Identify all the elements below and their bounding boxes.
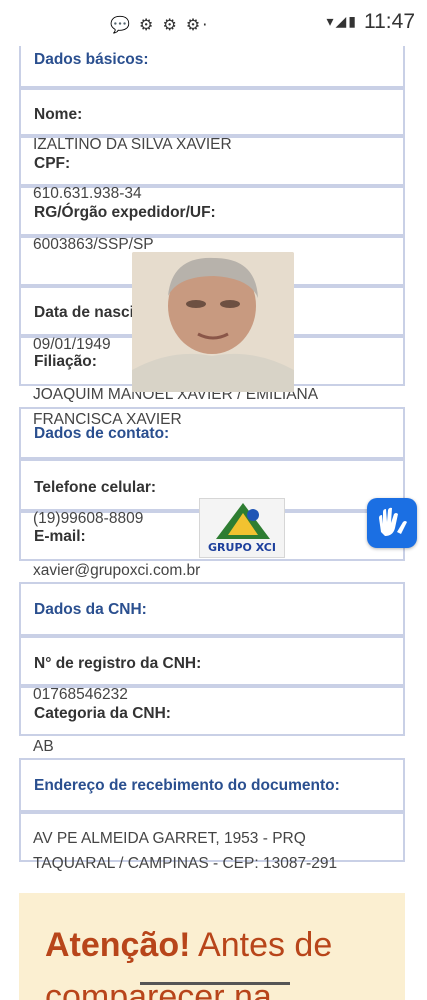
register-label: N° de registro da CNH: xyxy=(34,655,202,672)
sign-language-button[interactable] xyxy=(367,498,417,548)
parents-label: Filiação: xyxy=(34,353,97,370)
phone-label: Telefone celular: xyxy=(34,479,157,496)
profile-photo xyxy=(132,252,294,392)
warning-text: Atenção! Antes de comparecer na xyxy=(45,919,405,1000)
home-indicator xyxy=(140,982,290,985)
logo-text: GRUPO XCI xyxy=(208,541,276,554)
address-header: Endereço de recebimento do documento: xyxy=(19,758,405,812)
cnh-title: Dados da CNH: xyxy=(34,601,147,618)
address-value: AV PE ALMEIDA GARRET, 1953 - PRQ TAQUARA… xyxy=(33,830,338,872)
hands-icon xyxy=(379,507,407,536)
register-label-box: N° de registro da CNH: xyxy=(19,636,405,686)
status-bar: 💬 ⚙ ⚙ ⚙· ▾◢▮ 11:47 xyxy=(0,0,427,46)
clock: 11:47 xyxy=(364,10,415,33)
name-value: IZALTINO DA SILVA XAVIER xyxy=(33,136,232,153)
register-value: 01768546232 xyxy=(33,686,128,703)
grupo-xci-logo: GRUPO XCI xyxy=(199,498,285,558)
contact-header: Dados de contato: xyxy=(19,407,405,459)
rg-label: RG/Órgão expedidor/UF: xyxy=(34,204,216,221)
connectivity-icons: ▾◢▮ xyxy=(326,14,358,30)
cnh-header: Dados da CNH: xyxy=(19,582,405,636)
name-label-box: Nome: xyxy=(19,88,405,136)
category-label: Categoria da CNH: xyxy=(34,705,171,722)
contact-title: Dados de contato: xyxy=(34,425,170,442)
email-value: xavier@grupoxci.com.br xyxy=(33,562,201,579)
address-title: Endereço de recebimento do documento: xyxy=(34,777,340,794)
birth-value: 09/01/1949 xyxy=(33,336,111,353)
basic-data-title: Dados básicos: xyxy=(34,51,149,68)
notification-icons: 💬 ⚙ ⚙ ⚙· xyxy=(110,15,210,34)
category-value: AB xyxy=(33,738,54,755)
cpf-label: CPF: xyxy=(34,155,71,172)
warning-bold: Atenção! xyxy=(45,926,191,964)
cpf-value: 610.631.938-34 xyxy=(33,185,142,202)
name-label: Nome: xyxy=(34,106,83,123)
status-right: ▾◢▮ 11:47 xyxy=(327,10,416,34)
phone-value: (19)99608-8809 xyxy=(33,510,144,527)
email-label: E-mail: xyxy=(34,528,86,545)
